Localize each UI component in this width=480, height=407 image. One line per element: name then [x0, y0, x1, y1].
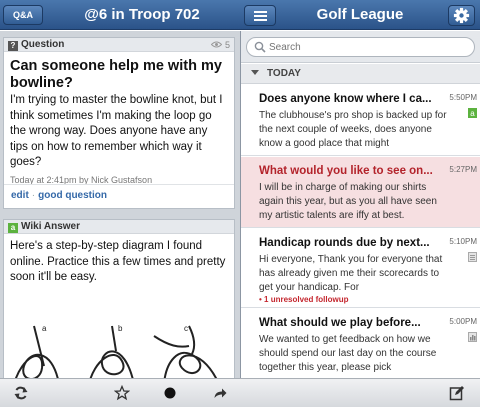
unread-dot-icon[interactable] [162, 385, 178, 401]
compose-icon[interactable] [449, 385, 465, 401]
bottom-toolbar [0, 378, 480, 407]
eye-icon [211, 41, 223, 48]
message-time: 5:27PM [449, 165, 477, 174]
document-icon [468, 252, 477, 262]
poll-icon [468, 332, 477, 342]
menu-button[interactable] [244, 5, 276, 26]
message-preview: Hi everyone, Thank you for everyone that… [259, 254, 443, 293]
message-title: What would you like to see on... [259, 165, 433, 177]
qa-button[interactable]: Q&A [3, 5, 43, 25]
edit-link[interactable]: edit [11, 190, 29, 201]
message-item[interactable]: Handicap rounds due by next... 5:10PM Hi… [241, 229, 480, 308]
action-separator: · [31, 190, 36, 201]
search-bar [241, 31, 480, 63]
answer-icon: a [8, 223, 18, 233]
message-title: Does anyone know where I ca... [259, 93, 432, 105]
answer-header: a Wiki Answer [4, 220, 234, 234]
section-header-today[interactable]: TODAY [241, 64, 480, 84]
collapse-triangle-icon [251, 70, 259, 75]
question-header: ? Question 5 [4, 38, 234, 52]
search-field[interactable] [246, 37, 475, 57]
question-actions: edit · good question [4, 184, 234, 208]
message-item[interactable]: What should we play before... 5:00PM We … [241, 309, 480, 378]
search-icon [254, 41, 266, 53]
message-item-selected[interactable]: What would you like to see on... 5:27PM … [241, 157, 480, 228]
view-count-number: 5 [224, 40, 230, 50]
message-title: What should we play before... [259, 317, 421, 329]
gear-icon [453, 7, 470, 24]
share-arrow-icon[interactable] [212, 385, 228, 401]
question-icon: ? [8, 41, 18, 51]
section-label: TODAY [267, 68, 301, 79]
message-title: Handicap rounds due by next... [259, 237, 430, 249]
answer-body: Here's a step-by-step diagram I found on… [10, 240, 226, 283]
message-time: 5:10PM [449, 237, 477, 246]
bowline-diagram: a b c [15, 324, 217, 378]
star-icon[interactable] [114, 385, 130, 401]
answer-icon: a [468, 108, 477, 118]
settings-button[interactable] [448, 5, 475, 26]
refresh-icon[interactable] [13, 385, 29, 401]
good-question-link[interactable]: good question [38, 190, 107, 201]
league-title: Golf League [316, 6, 404, 23]
answer-label: Wiki Answer [21, 221, 80, 232]
followup-notice: • 1 unresolved followup [259, 295, 349, 304]
message-item[interactable]: Does anyone know where I ca... 5:50PM Th… [241, 85, 480, 156]
message-time: 5:50PM [449, 93, 477, 102]
message-preview: We wanted to get feedback on how we shou… [259, 334, 437, 373]
question-body: I'm trying to master the bowline knot, b… [10, 94, 223, 168]
search-input[interactable] [269, 41, 469, 54]
step-label-a: a [42, 324, 47, 333]
step-label-c: c [184, 324, 188, 333]
message-preview: The clubhouse's pro shop is backed up fo… [259, 110, 447, 149]
question-title: Can someone help me with my bowline? [10, 58, 222, 91]
answer-card: a Wiki Answer Here's a step-by-step diagr… [3, 219, 235, 378]
question-card: ? Question 5 Can someone help me with my … [3, 37, 235, 209]
svg-text:a: a [470, 109, 475, 118]
question-label: Question [21, 39, 65, 50]
question-pane: ? Question 5 Can someone help me with my … [0, 31, 240, 378]
view-count: 5 [211, 38, 230, 52]
message-list-pane: TODAY Does anyone know where I ca... 5:5… [240, 31, 480, 378]
question-meta: Today at 2:41pm by Nick Gustafson [10, 174, 153, 185]
top-bar: Q&A @6 in Troop 702 Golf League [0, 0, 480, 30]
group-title: @6 in Troop 702 [84, 6, 200, 23]
message-preview: I will be in charge of making our shirts… [259, 182, 437, 221]
step-label-b: b [118, 324, 123, 333]
message-time: 5:00PM [449, 317, 477, 326]
